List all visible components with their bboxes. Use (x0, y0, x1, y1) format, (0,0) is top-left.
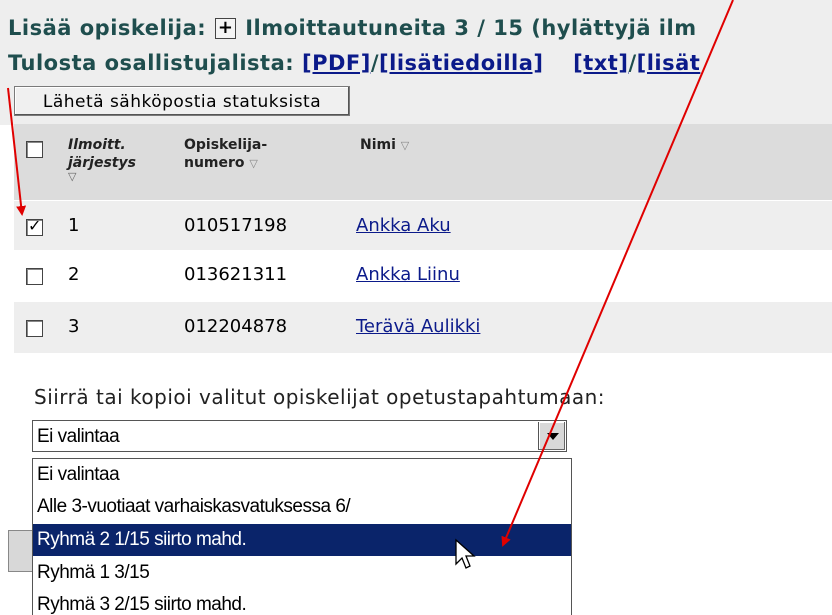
row-name-link[interactable]: Ankka Liinu (356, 264, 460, 285)
select-all-checkbox[interactable] (26, 141, 43, 158)
select-value: Ei valintaa (37, 426, 120, 447)
print-list-line: Tulosta osallistujalista: [PDF]/[lisätie… (8, 51, 700, 75)
col-name-header[interactable]: Nimi ▽ (360, 136, 409, 155)
row-order: 3 (68, 316, 80, 337)
dropdown-list: Ei valintaa Alle 3-vuotiaat varhaiskasva… (32, 458, 572, 615)
dropdown-option[interactable]: Ryhmä 3 2/15 siirto mahd. (33, 589, 571, 615)
dropdown-option[interactable]: Ryhmä 1 3/15 (33, 557, 571, 589)
table-header: Ilmoitt. järjestys ▽ Opiskelija- numero … (14, 124, 832, 200)
col-student-number-header[interactable]: Opiskelija- numero ▽ (184, 136, 267, 173)
sort-arrow-icon[interactable]: ▽ (249, 157, 257, 170)
add-student-label: Lisää opiskelija: (8, 16, 207, 40)
txt-details-link[interactable]: [lisät (637, 51, 701, 75)
print-list-label: Tulosta osallistujalista: (8, 51, 295, 75)
row-student-number: 010517198 (184, 215, 288, 236)
send-status-email-button[interactable]: Lähetä sähköpostia statuksista (14, 86, 350, 116)
row-order: 1 (68, 215, 80, 236)
move-students-label: Siirrä tai kopioi valitut opiskelijat op… (34, 385, 605, 409)
pdf-details-link[interactable]: [lisätiedoilla] (379, 51, 543, 75)
partially-hidden-button[interactable] (8, 530, 34, 572)
dropdown-option[interactable]: Alle 3-vuotiaat varhaiskasvatuksessa 6/ (33, 491, 571, 523)
row-checkbox[interactable]: ✓ (26, 216, 43, 236)
slash-separator: / (628, 51, 637, 75)
target-event-select[interactable]: Ei valintaa (32, 420, 567, 452)
col-order-header[interactable]: Ilmoitt. järjestys ▽ (68, 136, 136, 182)
row-student-number: 013621311 (184, 264, 288, 285)
registered-count-text: Ilmoittautuneita 3 / 15 (hylättyjä ilm (245, 16, 697, 40)
table-row: ✓ 1 010517198 Ankka Aku (14, 201, 832, 252)
row-name-link[interactable]: Ankka Aku (356, 215, 451, 236)
slash-separator: / (370, 51, 380, 75)
table-row: 3 012204878 Terävä Aulikki (14, 302, 832, 353)
row-checkbox[interactable] (26, 320, 43, 337)
dropdown-option-highlighted[interactable]: Ryhmä 2 1/15 siirto mahd. (33, 524, 571, 556)
sort-arrow-icon[interactable]: ▽ (401, 139, 409, 152)
row-student-number: 012204878 (184, 316, 288, 337)
dropdown-option[interactable]: Ei valintaa (33, 459, 571, 491)
row-checkbox[interactable] (26, 268, 43, 285)
add-student-plus-icon[interactable]: + (215, 17, 237, 39)
pdf-link[interactable]: [PDF] (302, 51, 371, 75)
row-order: 2 (68, 264, 80, 285)
check-icon: ✓ (28, 216, 42, 235)
row-name-link[interactable]: Terävä Aulikki (356, 316, 480, 337)
add-student-line: Lisää opiskelija: + Ilmoittautuneita 3 /… (8, 16, 697, 40)
dropdown-arrow-icon[interactable] (538, 422, 565, 450)
sort-arrow-icon[interactable]: ▽ (68, 171, 136, 182)
txt-link[interactable]: [txt] (573, 51, 628, 75)
table-row: 2 013621311 Ankka Liinu (14, 250, 832, 301)
